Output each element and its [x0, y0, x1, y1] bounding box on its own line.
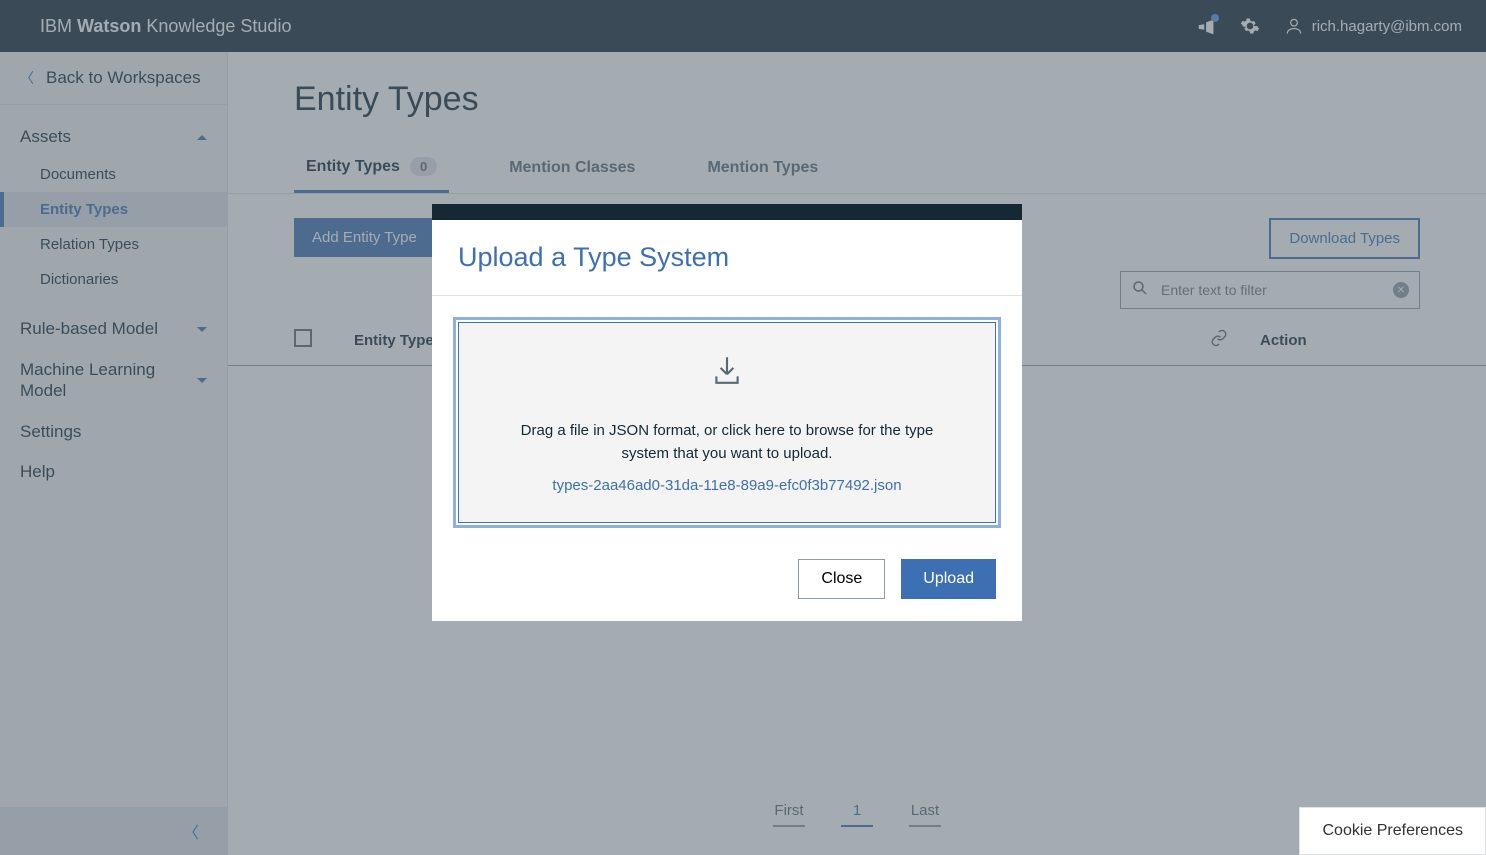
- download-icon: [479, 353, 975, 392]
- dropzone-text: Drag a file in JSON format, or click her…: [479, 420, 975, 465]
- modal-top-bar: [432, 204, 1022, 220]
- upload-modal: Upload a Type System Drag a file in JSON…: [432, 204, 1022, 621]
- modal-actions: Close Upload: [458, 559, 996, 599]
- file-dropzone[interactable]: Drag a file in JSON format, or click her…: [458, 322, 996, 523]
- selected-filename: types-2aa46ad0-31da-11e8-89a9-efc0f3b774…: [479, 477, 975, 494]
- close-button[interactable]: Close: [798, 559, 885, 599]
- modal-body: Upload a Type System Drag a file in JSON…: [432, 220, 1022, 621]
- upload-button[interactable]: Upload: [901, 559, 996, 599]
- modal-divider: [432, 295, 1022, 296]
- modal-title: Upload a Type System: [458, 242, 996, 273]
- cookie-preferences[interactable]: Cookie Preferences: [1299, 807, 1486, 855]
